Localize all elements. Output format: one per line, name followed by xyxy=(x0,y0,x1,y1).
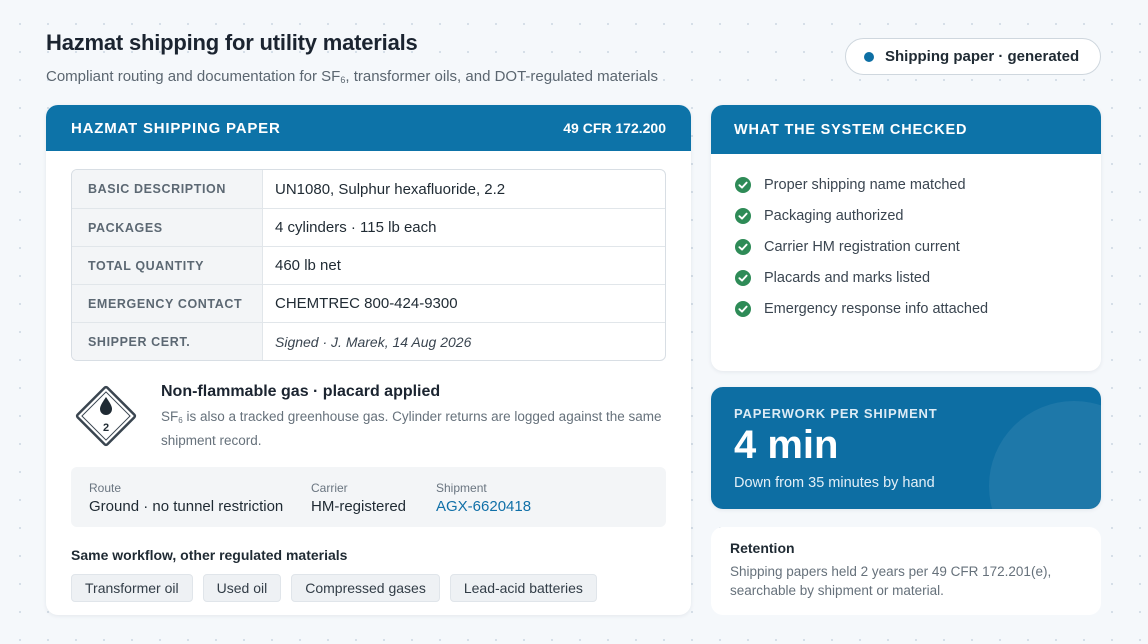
row-label: PACKAGES xyxy=(72,209,263,246)
check-label: Placards and marks listed xyxy=(764,269,931,286)
chip-used-oil[interactable]: Used oil xyxy=(202,574,282,602)
row-label: BASIC DESCRIPTION xyxy=(72,170,263,208)
chip-lead-acid-batteries[interactable]: Lead-acid batteries xyxy=(449,574,597,602)
paperwork-metric-card: PAPERWORK PER SHIPMENT 4 min Down from 3… xyxy=(711,387,1101,509)
detail-value: Ground · no tunnel restriction xyxy=(89,498,284,515)
shipping-paper-title: HAZMAT SHIPPING PAPER xyxy=(71,119,281,137)
table-row: PACKAGES 4 cylinders · 115 lb each xyxy=(72,208,665,246)
shipping-description-table: BASIC DESCRIPTION UN1080, Sulphur hexafl… xyxy=(71,169,666,361)
hazmat-class-2-placard-icon: 2 xyxy=(75,385,137,447)
check-label: Emergency response info attached xyxy=(764,300,989,317)
route-detail: Route Ground · no tunnel restriction xyxy=(89,481,283,515)
list-item: Emergency response info attached xyxy=(735,293,988,324)
subtitle-text-rest: , transformer oils, and DOT-regulated ma… xyxy=(345,68,658,85)
metric-note: Down from 35 minutes by hand xyxy=(734,475,935,491)
placard-info: Non-flammable gas · placard applied SF6 … xyxy=(161,383,671,451)
check-circle-icon xyxy=(735,269,751,286)
retention-note: Shipping papers held 2 years per 49 CFR … xyxy=(730,564,1052,598)
regulation-reference: 49 CFR 172.200 xyxy=(563,120,666,136)
check-circle-icon xyxy=(735,176,751,193)
row-label: TOTAL QUANTITY xyxy=(72,247,263,284)
row-value: 460 lb net xyxy=(275,257,341,274)
check-label: Carrier HM registration current xyxy=(764,238,960,255)
material-chips: Transformer oil Used oil Compressed gase… xyxy=(71,574,597,602)
note-text-rest: is also a tracked greenhouse gas. Cylind… xyxy=(161,409,662,448)
detail-label: Carrier xyxy=(311,481,348,495)
check-list: Proper shipping name matched Packaging a… xyxy=(735,169,988,324)
check-label: Packaging authorized xyxy=(764,207,904,224)
retention-title: Retention xyxy=(730,540,795,556)
list-item: Placards and marks listed xyxy=(735,262,988,293)
status-badge: Shipping paper · generated xyxy=(845,38,1101,75)
system-checks-header: WHAT THE SYSTEM CHECKED xyxy=(711,105,1101,154)
placard-title: Non-flammable gas · placard applied xyxy=(161,383,441,400)
shipment-id-link[interactable]: AGX-6620418 xyxy=(436,498,531,515)
detail-label: Shipment xyxy=(436,481,487,495)
chip-transformer-oil[interactable]: Transformer oil xyxy=(71,574,193,602)
subtitle-text: Compliant routing and documentation for … xyxy=(46,68,341,85)
note-text: SF xyxy=(161,409,179,424)
table-row: TOTAL QUANTITY 460 lb net xyxy=(72,246,665,284)
shipping-paper-header: HAZMAT SHIPPING PAPER 49 CFR 172.200 xyxy=(46,105,691,151)
table-row: SHIPPER CERT. Signed · J. Marek, 14 Aug … xyxy=(72,322,665,360)
table-row: BASIC DESCRIPTION UN1080, Sulphur hexafl… xyxy=(72,170,665,208)
status-label: Shipping paper · generated xyxy=(885,48,1080,65)
check-circle-icon xyxy=(735,207,751,224)
shipper-signature: Signed · J. Marek, 14 Aug 2026 xyxy=(275,333,472,350)
page-header: Hazmat shipping for utility materials Co… xyxy=(46,30,658,85)
row-value: CHEMTREC 800-424-9300 xyxy=(275,295,458,312)
detail-value: HM-registered xyxy=(311,498,407,515)
list-item: Proper shipping name matched xyxy=(735,169,988,200)
decorative-circle xyxy=(989,401,1101,509)
check-circle-icon xyxy=(735,238,751,255)
row-value: UN1080, Sulphur hexafluoride, 2.2 xyxy=(275,180,506,198)
detail-label: Route xyxy=(89,481,122,495)
retention-card: Retention Shipping papers held 2 years p… xyxy=(711,527,1101,615)
page-subtitle: Compliant routing and documentation for … xyxy=(46,68,658,85)
metric-value: 4 min xyxy=(734,423,839,467)
list-item: Carrier HM registration current xyxy=(735,231,988,262)
carrier-detail: Carrier HM-registered xyxy=(311,481,406,515)
row-label: SHIPPER CERT. xyxy=(72,323,263,360)
row-label: EMERGENCY CONTACT xyxy=(72,285,263,322)
system-checks-card: WHAT THE SYSTEM CHECKED Proper shipping … xyxy=(711,105,1101,371)
row-value: 4 cylinders · 115 lb each xyxy=(275,219,437,236)
table-row: EMERGENCY CONTACT CHEMTREC 800-424-9300 xyxy=(72,284,665,322)
status-dot-icon xyxy=(864,51,874,62)
system-checks-title: WHAT THE SYSTEM CHECKED xyxy=(734,121,968,138)
shipping-paper-card: HAZMAT SHIPPING PAPER 49 CFR 172.200 BAS… xyxy=(46,105,691,615)
chip-compressed-gases[interactable]: Compressed gases xyxy=(291,574,440,602)
metric-label: PAPERWORK PER SHIPMENT xyxy=(734,406,938,421)
shipment-detail: Shipment AGX-6620418 xyxy=(436,481,531,515)
check-circle-icon xyxy=(735,300,751,317)
placard-note: SF6 is also a tracked greenhouse gas. Cy… xyxy=(161,407,671,451)
placard-class-number: 2 xyxy=(103,422,109,434)
shipment-details: Route Ground · no tunnel restriction Car… xyxy=(71,467,666,527)
workflow-title: Same workflow, other regulated materials xyxy=(71,547,348,563)
list-item: Packaging authorized xyxy=(735,200,988,231)
check-label: Proper shipping name matched xyxy=(764,176,966,193)
page-title: Hazmat shipping for utility materials xyxy=(46,30,418,55)
